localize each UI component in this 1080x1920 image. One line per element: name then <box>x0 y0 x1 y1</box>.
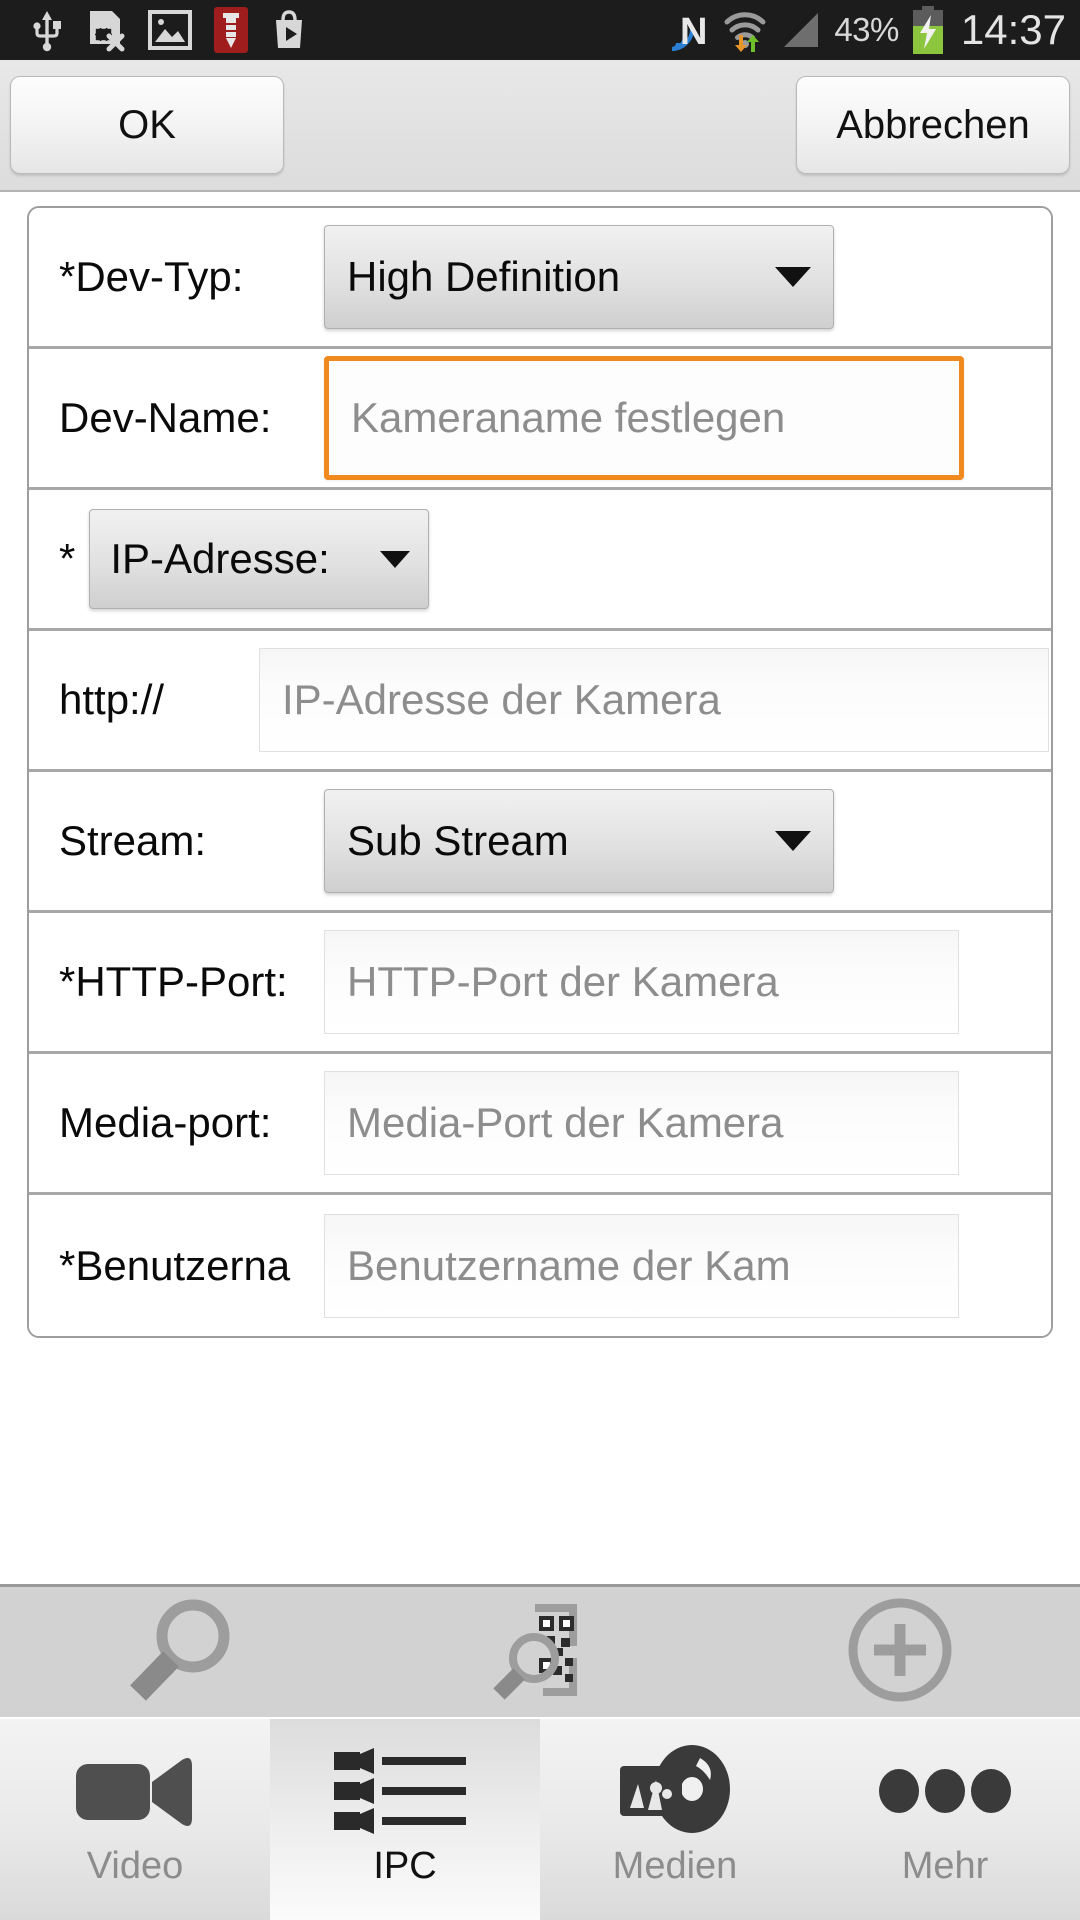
row-ip-adresse-mode: * IP-Adresse: <box>29 490 1051 631</box>
ip-adresse-required-star: * <box>59 535 76 582</box>
dev-name-input[interactable]: Kameraname festlegen <box>324 356 964 480</box>
dev-name-placeholder: Kameraname festlegen <box>351 394 786 441</box>
dialog-button-bar: OK Abbrechen <box>0 60 1080 192</box>
camera-settings-card: *Dev-Typ: High Definition Dev-Name: Kame… <box>27 206 1053 1338</box>
http-port-placeholder: HTTP-Port der Kamera <box>347 958 779 1005</box>
status-bar: N 43% 14:37 <box>0 0 1080 60</box>
screenshot-image-icon <box>148 10 192 50</box>
screw-tool-icon <box>214 7 248 53</box>
ip-adresse-mode-spinner[interactable]: IP-Adresse: <box>89 509 430 609</box>
status-bar-right-icons: N 43% 14:37 <box>666 6 1066 54</box>
row-benutzername: *Benutzerna Benutzername der Kam <box>29 1195 1051 1336</box>
status-bar-left-icons <box>30 7 308 53</box>
ip-adresse-mode-value: IP-Adresse: <box>110 535 330 582</box>
plus-circle-icon <box>845 1596 955 1709</box>
cancel-button[interactable]: Abbrechen <box>796 76 1070 174</box>
benutzername-input[interactable]: Benutzername der Kam <box>324 1213 959 1318</box>
media-port-input[interactable]: Media-Port der Kamera <box>324 1071 959 1175</box>
stream-spinner[interactable]: Sub Stream <box>324 789 834 893</box>
http-port-input[interactable]: HTTP-Port der Kamera <box>324 930 959 1034</box>
add-device-button[interactable] <box>720 1587 1080 1717</box>
media-disc-icon <box>610 1745 740 1837</box>
clock-label: 14:37 <box>960 6 1066 53</box>
search-button[interactable] <box>0 1587 360 1717</box>
http-port-label: *HTTP-Port: <box>59 958 288 1005</box>
row-dev-typ: *Dev-Typ: High Definition <box>29 208 1051 349</box>
tab-medien[interactable]: Medien <box>540 1719 810 1920</box>
bottom-tab-bar: Video IPC Medien Mehr <box>0 1717 1080 1920</box>
svg-text:N: N <box>680 11 707 53</box>
media-port-placeholder: Media-Port der Kamera <box>347 1099 784 1146</box>
stream-value: Sub Stream <box>347 817 569 864</box>
cellular-signal-icon <box>780 9 822 51</box>
row-ip-adresse: http:// IP-Adresse der Kamera <box>29 631 1051 772</box>
stream-label: Stream: <box>59 817 207 864</box>
search-icon <box>121 1594 239 1711</box>
usb-icon <box>30 8 64 52</box>
media-port-label: Media-port: <box>59 1099 272 1146</box>
chevron-down-icon <box>380 550 411 568</box>
chevron-down-icon <box>775 831 811 851</box>
video-camera-icon <box>70 1745 200 1837</box>
dev-typ-spinner[interactable]: High Definition <box>324 225 834 329</box>
tab-ipc[interactable]: IPC <box>270 1719 540 1920</box>
dev-typ-label: *Dev-Typ: <box>59 253 244 300</box>
tab-video-label: Video <box>86 1845 184 1887</box>
tab-ipc-label: IPC <box>373 1845 437 1887</box>
tab-video[interactable]: Video <box>0 1719 270 1920</box>
benutzername-label: *Benutzerna <box>59 1241 291 1289</box>
qr-scan-icon <box>485 1596 595 1709</box>
row-http-port: *HTTP-Port: HTTP-Port der Kamera <box>29 913 1051 1054</box>
nfc-icon: N <box>666 7 710 53</box>
wifi-transfer-icon <box>722 7 768 53</box>
tab-medien-label: Medien <box>612 1845 738 1887</box>
app-root: N 43% 14:37 OK Abbrechen *Dev-Typ: High … <box>0 0 1080 1920</box>
benutzername-placeholder: Benutzername der Kam <box>347 1241 791 1289</box>
row-media-port: Media-port: Media-Port der Kamera <box>29 1054 1051 1195</box>
camera-list-icon <box>330 1745 480 1837</box>
row-dev-name: Dev-Name: Kameraname festlegen <box>29 349 1051 490</box>
row-stream: Stream: Sub Stream <box>29 772 1051 913</box>
dev-name-label: Dev-Name: <box>59 394 272 441</box>
battery-percent-label: 43% <box>834 11 899 48</box>
play-store-bag-icon <box>270 8 308 52</box>
chevron-down-icon <box>775 267 811 287</box>
sim-card-error-icon <box>86 8 126 52</box>
ok-button[interactable]: OK <box>10 76 284 174</box>
dev-typ-value: High Definition <box>347 253 621 300</box>
tab-mehr-label: Mehr <box>901 1845 989 1887</box>
ip-adresse-input[interactable]: IP-Adresse der Kamera <box>259 648 1049 752</box>
action-toolbar <box>0 1584 1080 1717</box>
form-scroll-area[interactable]: *Dev-Typ: High Definition Dev-Name: Kame… <box>0 192 1080 1584</box>
more-dots-icon <box>875 1745 1015 1837</box>
battery-charging-icon <box>911 6 945 54</box>
ip-adresse-placeholder: IP-Adresse der Kamera <box>282 676 721 723</box>
http-prefix-label: http:// <box>59 676 165 723</box>
tab-mehr[interactable]: Mehr <box>810 1719 1080 1920</box>
qr-scan-button[interactable] <box>360 1587 720 1717</box>
